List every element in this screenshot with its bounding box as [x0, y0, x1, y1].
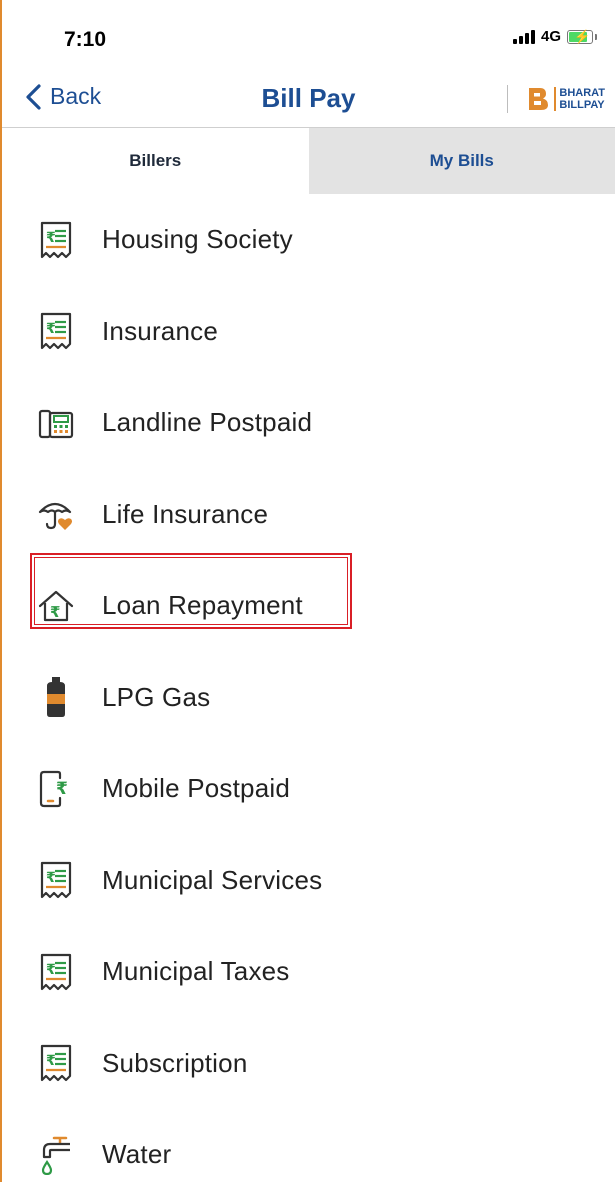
tab-my-bills[interactable]: My Bills: [308, 128, 615, 194]
biller-label: Mobile Postpaid: [102, 773, 290, 804]
battery-cap: [595, 33, 597, 40]
tab-bar: Billers My Bills: [2, 128, 615, 194]
bharat-billpay-logo: BHARAT BILLPAY: [507, 85, 605, 113]
app-frame: 7:10 4G ⚡ Back Bill Pay BHARAT BILLPAY B…: [0, 0, 615, 1182]
mobile-rupee-icon: ₹: [36, 769, 76, 809]
biller-label: Water: [102, 1139, 172, 1170]
svg-text:₹: ₹: [46, 870, 56, 886]
brand-line-2: BILLPAY: [559, 99, 605, 111]
landline-phone-icon: [36, 403, 76, 443]
biller-list: ₹ Housing Society ₹ Insurance Landline P…: [2, 194, 615, 1182]
selection-highlight: [30, 553, 352, 629]
svg-text:₹: ₹: [56, 779, 68, 799]
svg-text:₹: ₹: [46, 962, 56, 978]
water-tap-icon: [36, 1135, 76, 1175]
biller-item-municipal-services[interactable]: ₹ Municipal Services: [2, 835, 615, 927]
bill-receipt-icon: ₹: [36, 860, 76, 900]
biller-label: Municipal Taxes: [102, 956, 290, 987]
biller-label: Municipal Services: [102, 864, 323, 895]
status-bar: 7:10 4G ⚡: [2, 0, 615, 75]
svg-text:₹: ₹: [46, 1053, 56, 1069]
bbps-b-logo-icon: [529, 88, 549, 110]
battery-icon: ⚡: [567, 29, 593, 44]
biller-item-mobile-postpaid[interactable]: ₹ Mobile Postpaid: [2, 743, 615, 835]
biller-label: Insurance: [102, 315, 218, 346]
biller-label: Landline Postpaid: [102, 407, 313, 438]
nav-bar: Back Bill Pay BHARAT BILLPAY: [2, 75, 615, 128]
biller-item-landline-postpaid[interactable]: Landline Postpaid: [2, 377, 615, 469]
biller-item-life-insurance[interactable]: Life Insurance: [2, 469, 615, 561]
biller-item-subscription[interactable]: ₹ Subscription: [2, 1018, 615, 1110]
network-type: 4G: [540, 28, 561, 45]
biller-label: LPG Gas: [102, 681, 211, 712]
umbrella-heart-icon: [36, 494, 76, 534]
bill-receipt-icon: ₹: [36, 952, 76, 992]
biller-label: Subscription: [102, 1047, 248, 1078]
biller-item-water[interactable]: Water: [2, 1109, 615, 1182]
status-indicators: 4G ⚡: [512, 28, 597, 45]
bill-receipt-icon: ₹: [36, 311, 76, 351]
biller-label: Life Insurance: [102, 498, 269, 529]
gas-cylinder-icon: [36, 677, 76, 718]
bill-receipt-icon: ₹: [36, 220, 76, 260]
svg-text:₹: ₹: [46, 321, 56, 337]
bill-receipt-icon: ₹: [36, 1043, 76, 1083]
biller-label: Housing Society: [102, 224, 293, 255]
biller-item-lpg-gas[interactable]: LPG Gas: [2, 652, 615, 744]
biller-item-insurance[interactable]: ₹ Insurance: [2, 286, 615, 378]
status-time: 7:10: [64, 28, 107, 51]
biller-item-housing-society[interactable]: ₹ Housing Society: [2, 194, 615, 286]
brand-line-1: BHARAT: [559, 87, 605, 99]
tab-billers[interactable]: Billers: [2, 128, 309, 194]
biller-item-municipal-taxes[interactable]: ₹ Municipal Taxes: [2, 926, 615, 1018]
svg-text:₹: ₹: [46, 230, 56, 246]
signal-icon: [512, 29, 535, 44]
